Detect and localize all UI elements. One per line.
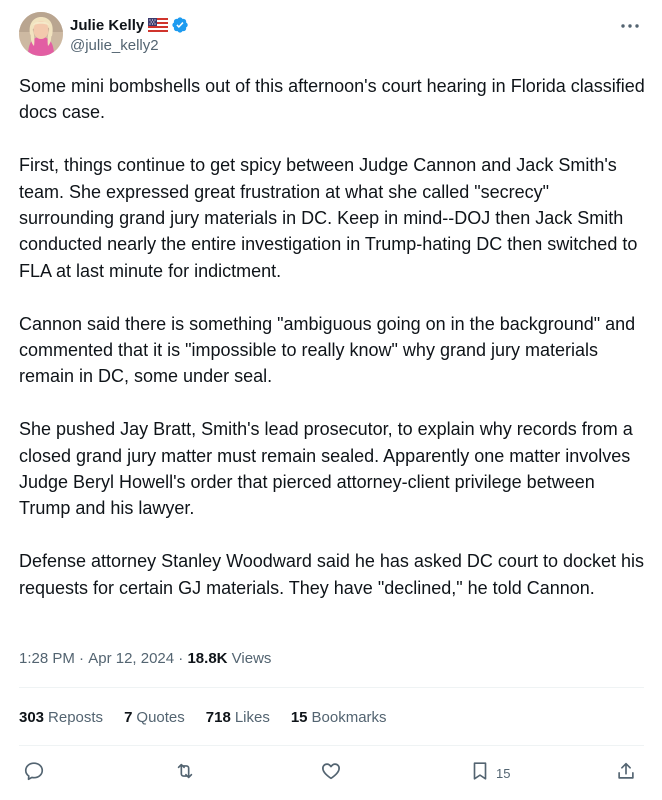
tweet-paragraph: Cannon said there is something "ambiguou… (19, 313, 636, 387)
tweet-paragraph: Some mini bombshells out of this afterno… (19, 76, 645, 123)
reposts-stat[interactable]: 303 Reposts (19, 709, 103, 726)
bookmark-count: 15 (496, 765, 511, 781)
display-name[interactable]: Julie Kelly (70, 17, 144, 34)
share-button[interactable] (615, 760, 637, 786)
views-label: Views (231, 649, 272, 667)
quotes-count: 7 (124, 708, 133, 726)
bookmarks-label: Bookmarks (311, 708, 387, 726)
bookmark-button[interactable]: 15 (469, 760, 510, 786)
display-name-row: Julie Kelly (70, 15, 189, 35)
divider (19, 687, 644, 688)
bookmarks-count: 15 (290, 708, 308, 726)
quotes-label: Quotes (136, 708, 185, 726)
tweet-meta: 1:28 PM · Apr 12, 2024 · 18.8K Views (19, 648, 271, 668)
divider (19, 745, 644, 746)
views-count: 18.8K (187, 649, 228, 667)
heart-icon (320, 760, 342, 787)
author-handle[interactable]: @julie_kelly2 (70, 37, 189, 54)
avatar[interactable] (19, 12, 63, 56)
quotes-stat[interactable]: 7 Quotes (124, 709, 185, 726)
engagement-stats: 303 Reposts 7 Quotes 718 Likes 15 Bookma… (19, 707, 408, 727)
likes-label: Likes (234, 708, 270, 726)
reposts-label: Reposts (48, 708, 104, 726)
tweet-text: Some mini bombshells out of this afterno… (19, 73, 649, 601)
meta-separator: · (74, 649, 89, 667)
bookmarks-stat[interactable]: 15 Bookmarks (291, 709, 387, 726)
tweet-paragraph: First, things continue to get spicy betw… (19, 155, 638, 281)
repost-button[interactable] (174, 760, 196, 786)
action-bar: 15 (19, 760, 644, 786)
us-flag-icon (148, 18, 169, 32)
likes-stat[interactable]: 718 Likes (206, 709, 270, 726)
tweet-paragraph: She pushed Jay Bratt, Smith's lead prose… (19, 419, 633, 519)
reposts-count: 303 (19, 708, 45, 726)
tweet-header: Julie Kelly @julie_kelly2 (19, 12, 644, 58)
verified-badge-icon[interactable] (171, 16, 189, 34)
share-icon (615, 760, 637, 787)
reply-icon (23, 760, 45, 787)
tweet-date[interactable]: Apr 12, 2024 (88, 650, 174, 667)
tweet-time[interactable]: 1:28 PM (19, 650, 75, 667)
tweet-paragraph: Defense attorney Stanley Woodward said h… (19, 551, 645, 598)
reply-button[interactable] (23, 760, 45, 786)
more-options-icon[interactable] (618, 16, 642, 36)
repost-icon (174, 760, 196, 787)
author-names: Julie Kelly @julie_kelly2 (70, 15, 189, 54)
meta-separator: · (174, 649, 188, 667)
like-button[interactable] (320, 760, 342, 786)
likes-count: 718 (205, 708, 231, 726)
bookmark-icon (469, 760, 491, 787)
